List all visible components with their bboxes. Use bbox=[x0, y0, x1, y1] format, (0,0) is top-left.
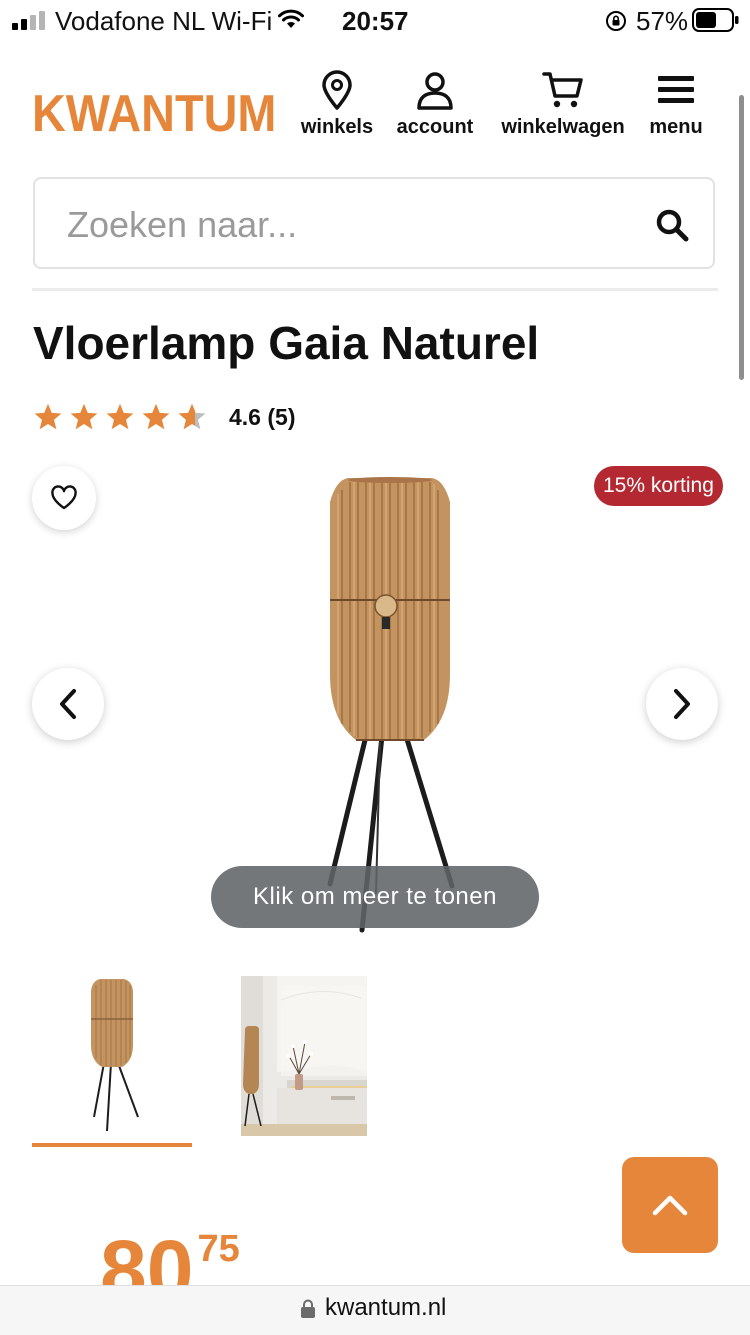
cart-icon bbox=[542, 72, 583, 108]
orientation-lock-icon bbox=[606, 11, 626, 31]
star-icon bbox=[142, 403, 170, 430]
nav-cart-label: winkelwagen bbox=[501, 116, 625, 138]
divider bbox=[32, 288, 718, 291]
active-thumbnail-indicator bbox=[32, 1143, 192, 1147]
price: 80 75 bbox=[100, 1228, 240, 1285]
heart-icon bbox=[51, 485, 77, 510]
next-image-button[interactable] bbox=[646, 668, 718, 740]
hamburger-icon bbox=[658, 76, 694, 103]
battery-icon bbox=[692, 8, 739, 32]
nav-account-label: account bbox=[396, 116, 474, 138]
chevron-right-icon bbox=[674, 689, 690, 719]
product-title: Vloerlamp Gaia Naturel bbox=[33, 317, 540, 369]
half-star-icon bbox=[178, 403, 206, 430]
nav-cart[interactable]: winkelwagen bbox=[493, 70, 633, 139]
nav-account[interactable]: account bbox=[390, 70, 480, 139]
search-icon[interactable] bbox=[655, 208, 689, 242]
nav-menu[interactable]: menu bbox=[645, 70, 707, 139]
star-icon bbox=[34, 403, 62, 430]
battery-percentage: 57% bbox=[636, 6, 689, 36]
rating-text: 4.6 (5) bbox=[229, 403, 296, 430]
nav-stores-label: winkels bbox=[300, 116, 374, 138]
thumbnail-room[interactable] bbox=[241, 976, 367, 1136]
scroll-to-top-button[interactable] bbox=[622, 1157, 718, 1253]
signal-icon bbox=[12, 11, 45, 30]
location-pin-icon bbox=[322, 70, 352, 110]
user-icon bbox=[417, 72, 453, 110]
chevron-up-icon bbox=[652, 1195, 688, 1216]
price-integer: 80 bbox=[100, 1228, 194, 1285]
browser-address-bar[interactable]: kwantum.nl bbox=[0, 1285, 750, 1335]
nav-menu-label: menu bbox=[649, 116, 703, 138]
rating[interactable]: 4.6 (5) bbox=[33, 402, 295, 432]
clock: 20:57 bbox=[342, 6, 409, 36]
lock-icon bbox=[301, 1299, 315, 1318]
wifi-icon bbox=[278, 9, 304, 28]
chevron-left-icon bbox=[60, 689, 76, 719]
scrollbar[interactable] bbox=[739, 95, 744, 380]
star-icon bbox=[70, 403, 98, 430]
discount-badge: 15% korting bbox=[594, 466, 723, 506]
url-text: kwantum.nl bbox=[325, 1294, 447, 1321]
thumbnail-lamp[interactable] bbox=[80, 975, 146, 1135]
price-decimals: 75 bbox=[197, 1228, 240, 1270]
search-input[interactable] bbox=[65, 201, 629, 249]
kwantum-logo[interactable]: KWANTUM bbox=[32, 84, 276, 144]
search-box[interactable] bbox=[33, 177, 715, 269]
star-rating bbox=[33, 402, 207, 432]
status-bar: Vodafone NL Wi-Fi 20:57 57% bbox=[0, 0, 750, 42]
favorite-button[interactable] bbox=[32, 466, 96, 530]
show-more-button[interactable]: Klik om meer te tonen bbox=[211, 866, 539, 928]
star-icon bbox=[106, 403, 134, 430]
carrier-name: Vodafone NL Wi-Fi bbox=[55, 6, 273, 36]
previous-image-button[interactable] bbox=[32, 668, 104, 740]
nav-stores[interactable]: winkels bbox=[298, 70, 376, 139]
